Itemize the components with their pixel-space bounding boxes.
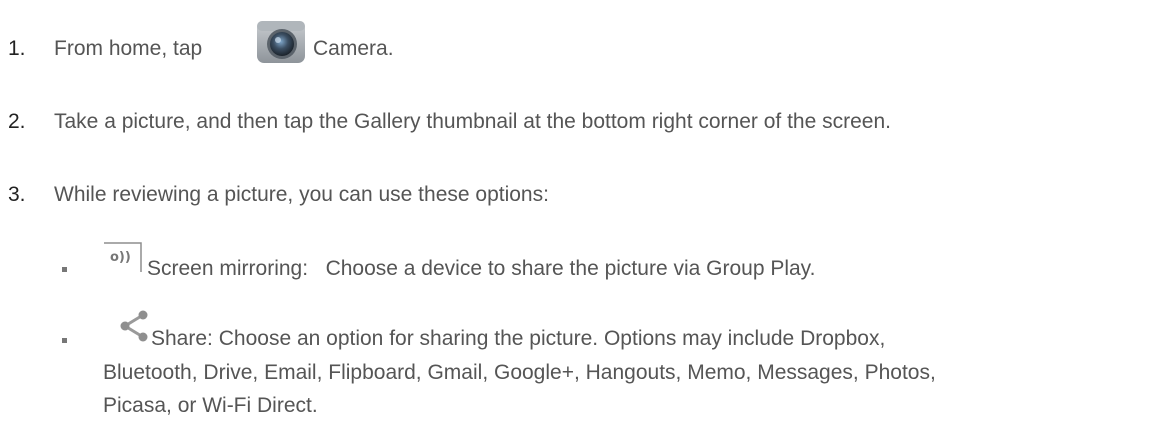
share-icon [120,310,148,342]
step-text: From home, tap [54,37,202,61]
step-text-after: Camera. [313,37,394,60]
step-text: Take a picture, and then tap the Gallery… [54,110,891,133]
option-description-line-1: Choose an option for sharing the picture… [218,327,886,350]
option-description-line-2: Bluetooth, Drive, Email, Flipboard, Gmai… [103,361,936,384]
step-number: 3. [8,183,26,206]
step-1-tail: Camera. [313,37,394,67]
step-2: 2. Take a picture, and then tap the Gall… [0,110,1167,140]
bullet [62,267,67,272]
option-description: Choose a device to share the picture via… [325,257,816,280]
camera-app-icon [257,21,305,63]
step-number: 2. [8,110,26,133]
step-number: 1. [8,37,26,60]
bullet [62,338,67,343]
step-text-before: From home, tap [54,37,203,60]
option-description-line-3: Picasa, or Wi-Fi Direct. [103,394,318,417]
option-label: Screen mirroring: [147,257,309,280]
option-share: Share: Choose an option for sharing the … [0,310,1167,432]
option-label: Share [151,327,208,350]
option-screen-mirroring: o)) Screen mirroring: Choose a device to… [0,240,1167,300]
svg-text:o)): o)) [110,250,131,265]
step-3: 3. While reviewing a picture, you can us… [0,183,1167,213]
step-text: While reviewing a picture, you can use t… [54,183,549,206]
screen-mirroring-icon: o)) [104,242,142,272]
